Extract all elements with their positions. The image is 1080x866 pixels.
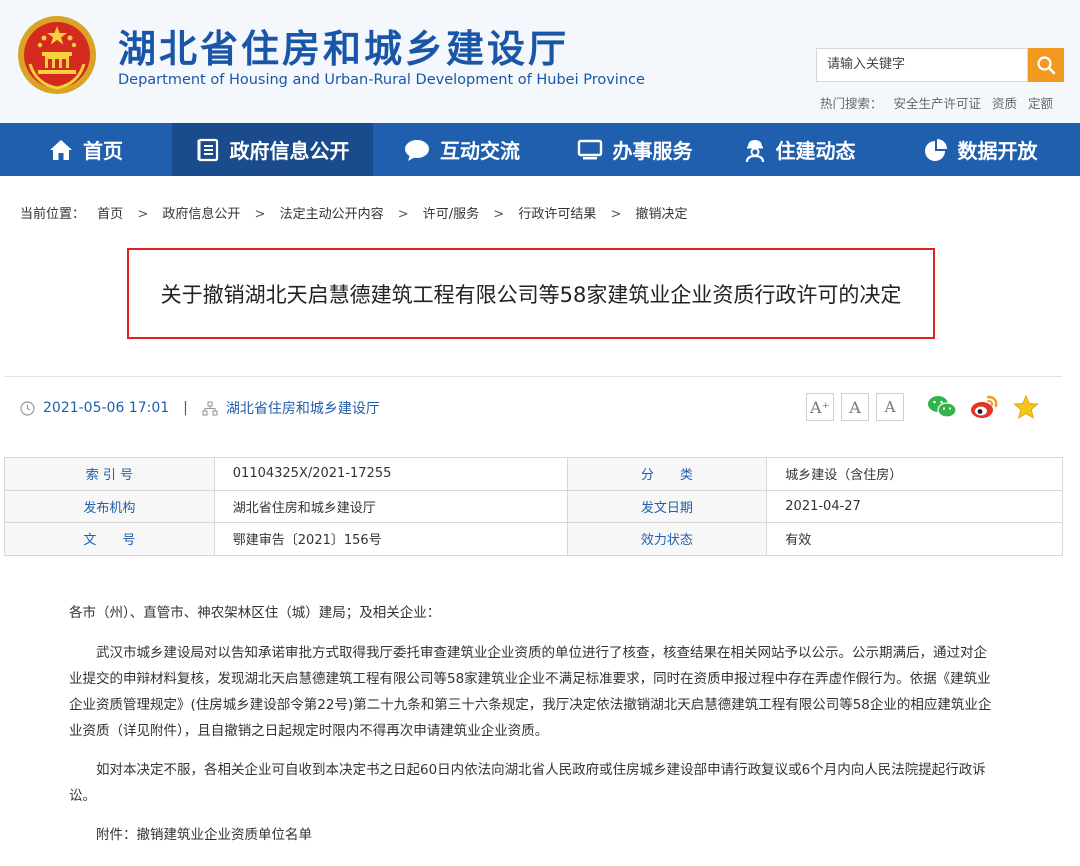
article-title: 关于撤销湖北天启慧德建筑工程有限公司等58家建筑业企业资质行政许可的决定 <box>160 282 902 307</box>
font-increase-button[interactable]: A⁺ <box>806 393 834 421</box>
table-value: 01104325X/2021-17255 <box>213 457 568 491</box>
table-row: 文 号 鄂建审告〔2021〕156号 效力状态 有效 <box>4 522 1063 556</box>
nav-item-label: 互动交流 <box>440 139 520 163</box>
nav-item-news[interactable]: 住建动态 <box>718 123 881 176</box>
table-label: 发布机构 <box>4 489 215 523</box>
breadcrumb-item[interactable]: 许可/服务 <box>423 207 479 222</box>
search-button[interactable] <box>1028 48 1064 82</box>
national-emblem-icon <box>18 16 96 94</box>
breadcrumb-item[interactable]: 法定主动公开内容 <box>280 207 384 222</box>
main-nav: 首页 政府信息公开 互动交流 办事服务 住建动态 数据开放 <box>0 123 1080 176</box>
hot-search-label: 热门搜索： <box>820 96 883 111</box>
meta-separator: | <box>183 400 188 416</box>
hot-search-link[interactable]: 资质 <box>992 96 1017 111</box>
clock-icon <box>20 400 35 416</box>
site-subtitle: Department of Housing and Urban-Rural De… <box>118 72 645 88</box>
body-paragraph: 如对本决定不服，各相关企业可自收到本决定书之日起60日内依法向湖北省人民政府或住… <box>69 762 986 804</box>
breadcrumb-prefix: 当前位置： <box>20 207 86 222</box>
divider <box>4 376 1062 377</box>
article-title-highlight: 关于撤销湖北天启慧德建筑工程有限公司等58家建筑业企业资质行政许可的决定 <box>127 248 935 339</box>
nav-item-gov-info[interactable]: 政府信息公开 <box>172 123 373 176</box>
worker-icon <box>745 139 764 162</box>
table-label: 分 类 <box>566 457 768 491</box>
chat-bubble-icon <box>405 139 429 161</box>
table-value: 鄂建审告〔2021〕156号 <box>213 522 568 556</box>
search-icon <box>1037 56 1056 75</box>
table-value: 有效 <box>766 522 1063 556</box>
publish-datetime: 2021-05-06 17:01 <box>43 400 170 416</box>
document-list-icon <box>197 138 218 161</box>
nav-item-label: 首页 <box>83 139 123 163</box>
favorite-star-icon <box>1013 394 1039 419</box>
document-info-table: 索 引 号 01104325X/2021-17255 分 类 城乡建设（含住房）… <box>4 457 1063 556</box>
share-favorite[interactable] <box>1010 393 1042 421</box>
weibo-icon <box>971 395 998 418</box>
table-label: 发文日期 <box>566 489 768 523</box>
breadcrumb-separator: > <box>493 207 505 222</box>
attachment-line[interactable]: 附件：撤销建筑业企业资质单位名单 <box>69 822 999 848</box>
site-header: 湖北省住房和城乡建设厅 Department of Housing and Ur… <box>0 0 1080 123</box>
nav-item-open-data[interactable]: 数据开放 <box>881 123 1080 176</box>
table-label: 索 引 号 <box>4 457 215 491</box>
organization-icon <box>202 400 218 416</box>
search-input[interactable]: 请输入关键字 <box>816 48 1028 82</box>
nav-item-interaction[interactable]: 互动交流 <box>373 123 551 176</box>
breadcrumb: 当前位置： 首页 > 政府信息公开 > 法定主动公开内容 > 许可/服务 > 行… <box>20 203 688 222</box>
article-body: 各市（州）、直管市、神农架林区住（城）建局；及相关企业： 武汉市城乡建设局对以告… <box>69 600 999 861</box>
monitor-icon <box>577 139 602 159</box>
table-value: 湖北省住房和城乡建设厅 <box>213 489 568 523</box>
nav-item-label: 数据开放 <box>957 139 1038 163</box>
table-label: 文 号 <box>4 522 215 556</box>
breadcrumb-item[interactable]: 行政许可结果 <box>518 207 596 222</box>
hot-search: 热门搜索： 安全生产许可证 资质 定额 <box>820 93 1060 112</box>
salutation: 各市（州）、直管市、神农架林区住（城）建局；及相关企业： <box>69 605 441 621</box>
site-title: 湖北省住房和城乡建设厅 <box>118 27 570 71</box>
publisher[interactable]: 湖北省住房和城乡建设厅 <box>226 398 380 418</box>
breadcrumb-separator: > <box>137 207 149 222</box>
breadcrumb-item[interactable]: 首页 <box>97 207 123 222</box>
table-row: 索 引 号 01104325X/2021-17255 分 类 城乡建设（含住房） <box>4 457 1063 491</box>
nav-item-label: 办事服务 <box>612 139 693 163</box>
breadcrumb-separator: > <box>397 207 409 222</box>
breadcrumb-separator: > <box>254 207 266 222</box>
font-default-button[interactable]: A <box>841 393 869 421</box>
share-weibo[interactable] <box>968 393 1000 421</box>
nav-item-label: 住建动态 <box>775 139 856 163</box>
nav-item-label: 政府信息公开 <box>229 139 350 163</box>
table-value: 2021-04-27 <box>766 489 1063 523</box>
body-paragraph: 武汉市城乡建设局对以告知承诺审批方式取得我厅委托审查建筑业企业资质的单位进行了核… <box>69 645 992 739</box>
article-meta: 2021-05-06 17:01 | 湖北省住房和城乡建设厅 <box>20 398 380 418</box>
share-wechat[interactable] <box>926 393 958 421</box>
breadcrumb-item[interactable]: 撤销决定 <box>636 207 688 222</box>
table-label: 效力状态 <box>566 522 768 556</box>
nav-item-home[interactable]: 首页 <box>0 123 172 176</box>
font-decrease-button[interactable]: A <box>876 393 904 421</box>
breadcrumb-item[interactable]: 政府信息公开 <box>162 207 240 222</box>
hot-search-link[interactable]: 定额 <box>1028 96 1053 111</box>
home-icon <box>50 139 72 160</box>
share-bar <box>926 393 1052 421</box>
wechat-icon <box>928 396 957 418</box>
font-size-controls: A⁺ A A <box>806 393 911 421</box>
table-row: 发布机构 湖北省住房和城乡建设厅 发文日期 2021-04-27 <box>4 489 1063 523</box>
hot-search-link[interactable]: 安全生产许可证 <box>894 96 982 111</box>
table-value: 城乡建设（含住房） <box>766 457 1063 491</box>
breadcrumb-separator: > <box>610 207 622 222</box>
nav-item-services[interactable]: 办事服务 <box>551 123 718 176</box>
pie-chart-icon <box>924 138 947 161</box>
